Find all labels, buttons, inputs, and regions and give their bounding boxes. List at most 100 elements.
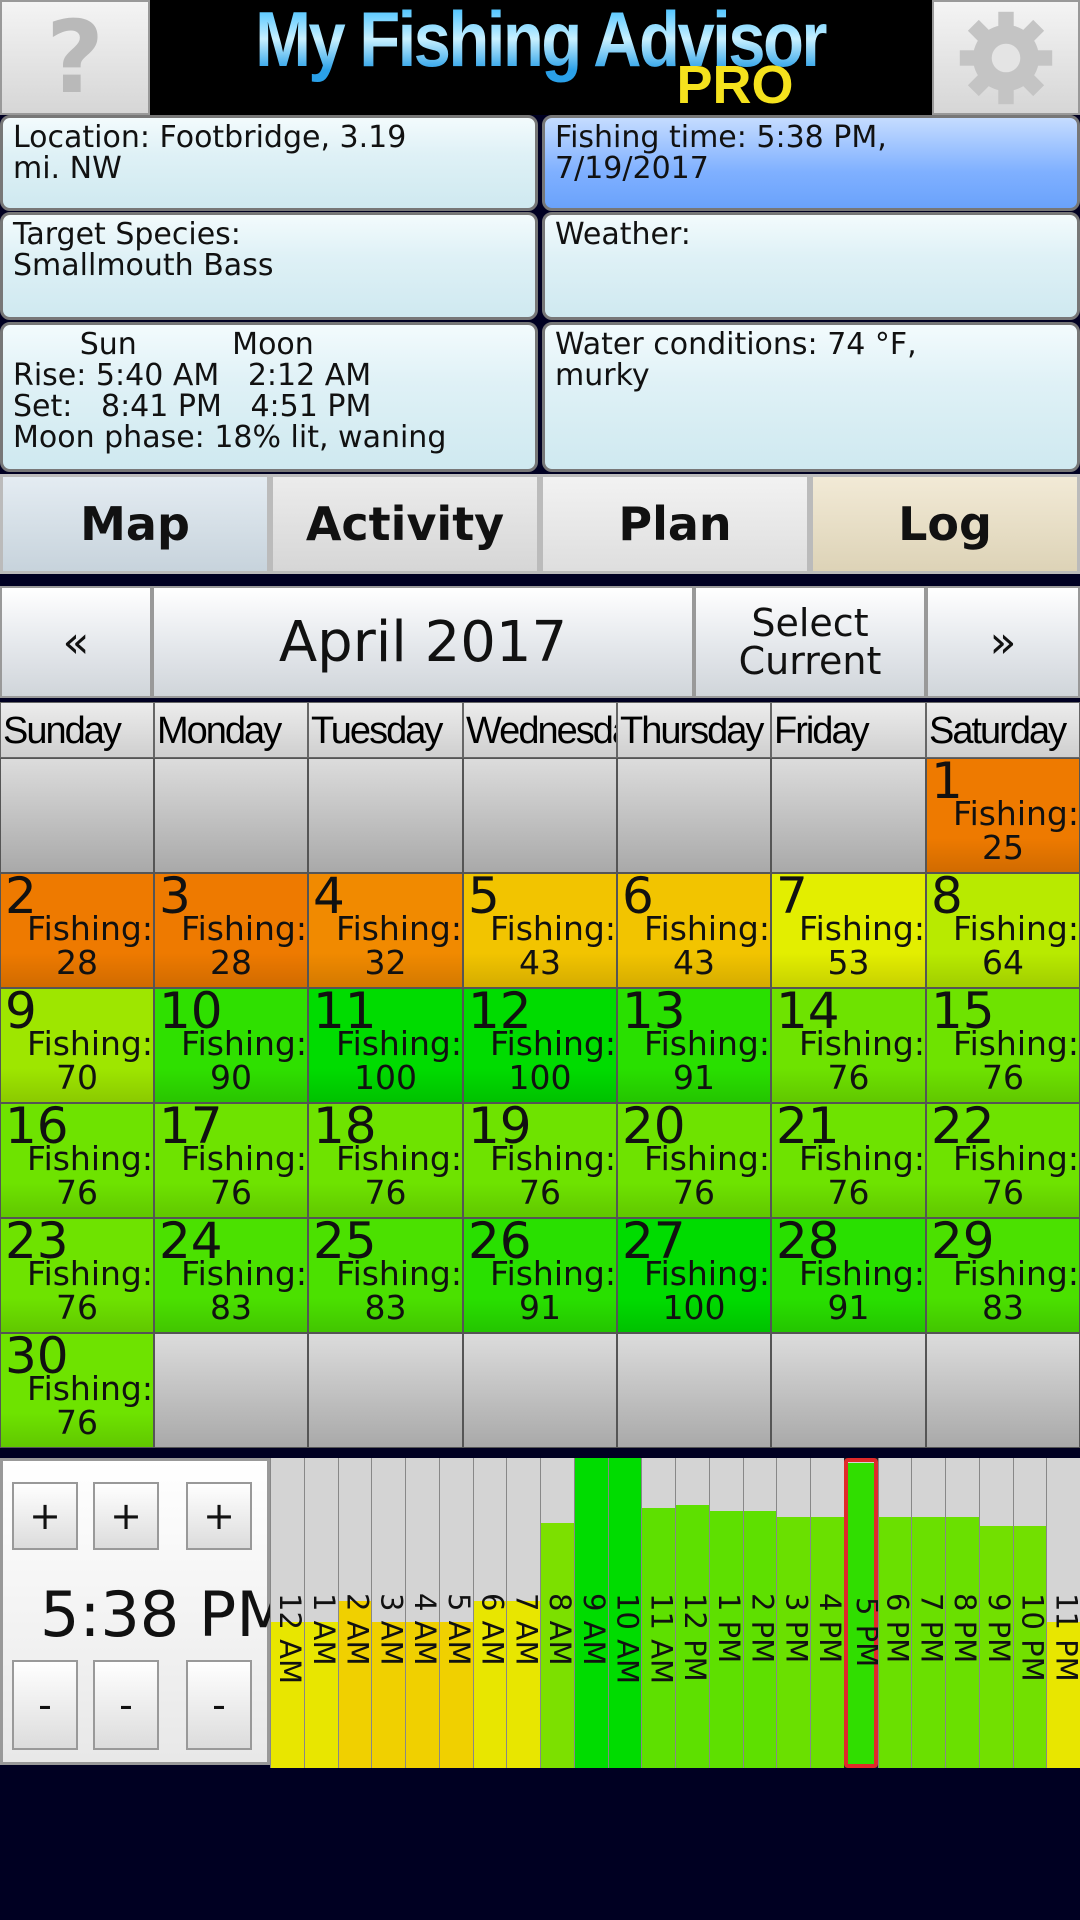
hour-bar-5-am[interactable]: 5 AM xyxy=(438,1458,476,1768)
calendar-day-19[interactable]: 19 Fishing: 76 xyxy=(463,1103,617,1218)
tab-log[interactable]: Log xyxy=(810,474,1080,574)
tab-plan[interactable]: Plan xyxy=(540,474,810,574)
hour-label: 3 AM xyxy=(374,1593,409,1666)
calendar-day-12[interactable]: 12 Fishing: 100 xyxy=(463,988,617,1103)
tab-activity[interactable]: Activity xyxy=(270,474,540,574)
hour-bar-8-am[interactable]: 8 AM xyxy=(540,1458,577,1768)
hour-label: 7 AM xyxy=(509,1593,544,1666)
prev-month-button[interactable]: « xyxy=(0,586,152,698)
calendar-day-8[interactable]: 8 Fishing: 64 xyxy=(926,873,1080,988)
water-conditions-panel[interactable]: Water conditions: 74 °F, murky xyxy=(542,322,1080,472)
hour-bar-10-pm[interactable]: 10 PM xyxy=(1012,1458,1050,1768)
hour-bar-1-am[interactable]: 1 AM xyxy=(303,1458,341,1768)
calendar-day-7[interactable]: 7 Fishing: 53 xyxy=(771,873,926,988)
hour-bar-4-pm[interactable]: 4 PM xyxy=(810,1458,847,1768)
hour-minus-button[interactable]: - xyxy=(12,1660,78,1750)
calendar-day-30[interactable]: 30 Fishing: 76 xyxy=(0,1333,154,1448)
hour-bar-12-am[interactable]: 12 AM xyxy=(270,1458,307,1768)
calendar-day-10[interactable]: 10 Fishing: 90 xyxy=(154,988,308,1103)
calendar-day-22[interactable]: 22 Fishing: 76 xyxy=(926,1103,1080,1218)
calendar-day-24[interactable]: 24 Fishing: 83 xyxy=(154,1218,308,1333)
hour-bar-9-pm[interactable]: 9 PM xyxy=(978,1458,1016,1768)
hour-bar-10-am[interactable]: 10 AM xyxy=(607,1458,645,1768)
fishing-score: 83 xyxy=(210,1288,252,1327)
app-badge: PRO xyxy=(676,55,794,115)
select-current-button[interactable]: Select Current xyxy=(694,586,926,698)
hour-bar-7-pm[interactable]: 7 PM xyxy=(911,1458,948,1768)
fishing-time-panel[interactable]: Fishing time: 5:38 PM, 7/19/2017 xyxy=(542,115,1080,211)
calendar-day-15[interactable]: 15 Fishing: 76 xyxy=(926,988,1080,1103)
calendar-day-21[interactable]: 21 Fishing: 76 xyxy=(771,1103,926,1218)
hour-bar-12-pm[interactable]: 12 PM xyxy=(675,1458,712,1768)
hour-bar-3-am[interactable]: 3 AM xyxy=(371,1458,409,1768)
calendar-day-11[interactable]: 11 Fishing: 100 xyxy=(308,988,463,1103)
fishing-score: 25 xyxy=(982,828,1024,867)
calendar-day-5[interactable]: 5 Fishing: 43 xyxy=(463,873,617,988)
calendar-day-23[interactable]: 23 Fishing: 76 xyxy=(0,1218,154,1333)
hour-bar-5-pm[interactable]: 5 PM xyxy=(843,1458,884,1768)
fishing-score: 83 xyxy=(364,1288,407,1327)
fishing-label: Fishing: xyxy=(180,909,307,948)
hour-label: 10 AM xyxy=(610,1593,645,1684)
weather-panel[interactable]: Weather: xyxy=(542,212,1080,320)
fishing-label: Fishing: xyxy=(798,1139,925,1178)
fishing-score: 76 xyxy=(56,1288,98,1327)
fishing-score: 100 xyxy=(662,1288,726,1327)
fishing-score: 76 xyxy=(982,1058,1024,1097)
fishing-score: 43 xyxy=(519,943,561,982)
fishing-label: Fishing: xyxy=(952,909,1079,948)
hour-bar-2-pm[interactable]: 2 PM xyxy=(742,1458,780,1768)
fishing-score: 53 xyxy=(827,943,870,982)
calendar-day-2[interactable]: 2 Fishing: 28 xyxy=(0,873,154,988)
calendar-day-1[interactable]: 1 Fishing: 25 xyxy=(926,758,1080,873)
hour-bar-7-am[interactable]: 7 AM xyxy=(506,1458,544,1768)
calendar-day-26[interactable]: 26 Fishing: 91 xyxy=(463,1218,617,1333)
help-button[interactable]: ? xyxy=(0,0,150,115)
time-readout: 5:38 PM xyxy=(40,1578,290,1651)
hourly-activity-chart: 12 AM 1 AM 2 AM 3 AM 4 AM 5 AM 6 AM 7 AM 8 AM 9 A… xyxy=(270,1458,1080,1768)
calendar-day-9[interactable]: 9 Fishing: 70 xyxy=(0,988,154,1103)
hour-label: 6 PM xyxy=(880,1593,915,1664)
hour-bar-6-pm[interactable]: 6 PM xyxy=(877,1458,915,1768)
calendar-day-3[interactable]: 3 Fishing: 28 xyxy=(154,873,308,988)
sun-moon-panel[interactable]: Sun Moon Rise: 5:40 AM 2:12 AM Set: 8:41… xyxy=(0,322,538,472)
settings-button[interactable] xyxy=(932,0,1080,115)
calendar-day-6[interactable]: 6 Fishing: 43 xyxy=(617,873,771,988)
hour-bar-8-pm[interactable]: 8 PM xyxy=(945,1458,982,1768)
minute-minus-button[interactable]: - xyxy=(186,1660,252,1750)
fishing-label: Fishing: xyxy=(798,1254,925,1293)
calendar-day-16[interactable]: 16 Fishing: 76 xyxy=(0,1103,154,1218)
hour-bar-6-am[interactable]: 6 AM xyxy=(472,1458,510,1768)
location-panel[interactable]: Location: Footbridge, 3.19 mi. NW xyxy=(0,115,538,211)
hour-plus-button[interactable]: + xyxy=(12,1482,78,1550)
fishing-score: 28 xyxy=(56,943,98,982)
calendar-day-13[interactable]: 13 Fishing: 91 xyxy=(617,988,771,1103)
hour-bar-2-am[interactable]: 2 AM xyxy=(337,1458,375,1768)
calendar-day-28[interactable]: 28 Fishing: 91 xyxy=(771,1218,926,1333)
month-title: April 2017 xyxy=(152,586,694,698)
hour-bar-9-am[interactable]: 9 AM xyxy=(573,1458,611,1768)
calendar-day-29[interactable]: 29 Fishing: 83 xyxy=(926,1218,1080,1333)
next-month-button[interactable]: » xyxy=(926,586,1080,698)
hour-bar-11-am[interactable]: 11 AM xyxy=(641,1458,678,1768)
target-species-panel[interactable]: Target Species: Smallmouth Bass xyxy=(0,212,538,320)
fishing-score: 28 xyxy=(210,943,252,982)
calendar-day-17[interactable]: 17 Fishing: 76 xyxy=(154,1103,308,1218)
hour-bar-3-pm[interactable]: 3 PM xyxy=(776,1458,813,1768)
fishing-score: 76 xyxy=(827,1058,870,1097)
minute-plus-button[interactable]: + xyxy=(186,1482,252,1550)
calendar-day-18[interactable]: 18 Fishing: 76 xyxy=(308,1103,463,1218)
tenmin-plus-button[interactable]: + xyxy=(93,1482,159,1550)
calendar-day-25[interactable]: 25 Fishing: 83 xyxy=(308,1218,463,1333)
hour-bar-4-am[interactable]: 4 AM xyxy=(405,1458,442,1768)
calendar-day-20[interactable]: 20 Fishing: 76 xyxy=(617,1103,771,1218)
tenmin-minus-button[interactable]: - xyxy=(93,1660,159,1750)
calendar-day-14[interactable]: 14 Fishing: 76 xyxy=(771,988,926,1103)
hour-bar-1-pm[interactable]: 1 PM xyxy=(708,1458,746,1768)
tab-map[interactable]: Map xyxy=(0,474,270,574)
fishing-label: Fishing: xyxy=(643,1139,770,1178)
calendar-day-4[interactable]: 4 Fishing: 32 xyxy=(308,873,463,988)
calendar-day-27[interactable]: 27 Fishing: 100 xyxy=(617,1218,771,1333)
hour-bar-11-pm[interactable]: 11 PM xyxy=(1046,1458,1080,1768)
fishing-label: Fishing: xyxy=(952,1139,1079,1178)
